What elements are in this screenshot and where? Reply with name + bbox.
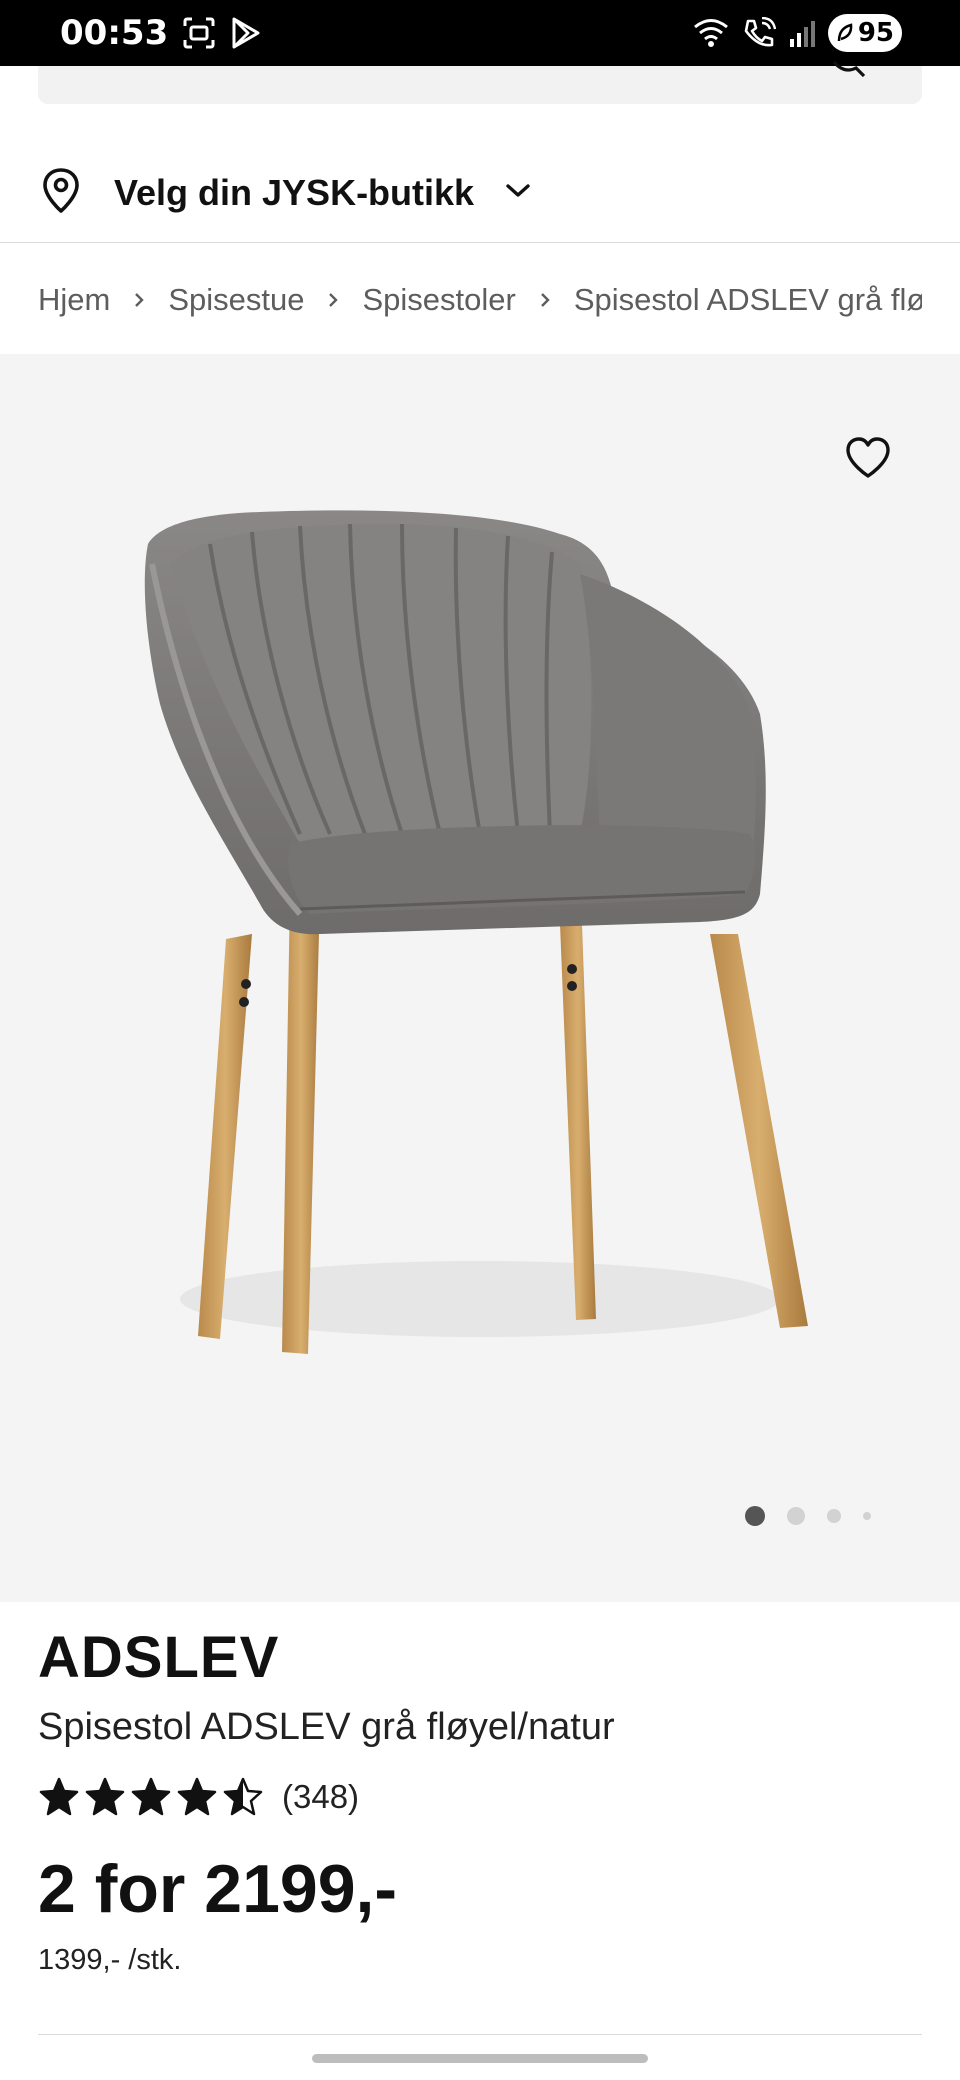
carousel-dots	[745, 1504, 871, 1528]
search-icon[interactable]	[830, 60, 870, 85]
wifi-call-icon	[742, 17, 776, 49]
product-title: Spisestol ADSLEV grå fløyel/natur	[38, 1706, 615, 1748]
heart-icon	[844, 436, 892, 485]
signal-icon	[788, 17, 816, 49]
chevron-right-icon	[132, 290, 146, 310]
wifi-icon	[692, 17, 730, 49]
play-store-icon	[230, 16, 262, 50]
chevron-right-icon	[538, 290, 552, 310]
store-picker-button[interactable]: Velg din JYSK-butikk	[38, 160, 532, 226]
product-page: 00:53 95 Velg din JYSK-butikk Hjem Spise…	[0, 0, 960, 2080]
wishlist-button[interactable]	[836, 428, 900, 492]
section-divider	[38, 2034, 922, 2035]
chevron-right-icon	[326, 290, 340, 310]
breadcrumb: Hjem Spisestue Spisestoler Spisestol ADS…	[38, 270, 922, 330]
status-bar: 00:53 95	[0, 0, 960, 66]
unit-price: 1399,- /stk.	[38, 1944, 182, 1976]
screen-record-icon	[182, 16, 216, 50]
star-filled-icon	[131, 1777, 171, 1816]
location-pin-icon	[38, 166, 84, 221]
star-filled-icon	[39, 1777, 79, 1816]
carousel-dot[interactable]	[827, 1509, 841, 1523]
star-filled-icon	[85, 1777, 125, 1816]
product-image-chair[interactable]	[140, 504, 820, 1364]
product-price: 2 for 2199,-	[38, 1851, 398, 1927]
status-time: 00:53	[60, 13, 169, 53]
star-half-icon	[223, 1777, 263, 1816]
rating-row: (348)	[38, 1774, 359, 1820]
battery-icon: 95	[827, 14, 902, 52]
carousel-dot[interactable]	[745, 1506, 765, 1526]
breadcrumb-item-current: Spisestol ADSLEV grå fløyel/natur	[573, 282, 922, 317]
product-gallery[interactable]	[0, 354, 960, 1602]
home-indicator[interactable]	[312, 2054, 648, 2063]
status-left: 00:53	[60, 13, 262, 53]
breadcrumb-item-dining-room[interactable]: Spisestue	[168, 282, 304, 318]
battery-level: 95	[857, 18, 894, 48]
rating-stars[interactable]	[38, 1777, 264, 1817]
status-right: 95	[692, 14, 902, 52]
header-divider	[0, 242, 960, 243]
store-picker-label: Velg din JYSK-butikk	[114, 172, 475, 213]
star-filled-icon	[177, 1777, 217, 1816]
review-count-link[interactable]: (348)	[282, 1778, 359, 1816]
breadcrumb-item-dining-chairs[interactable]: Spisestoler	[362, 282, 515, 318]
product-brand: ADSLEV	[38, 1625, 280, 1690]
search-bar[interactable]	[38, 60, 922, 104]
carousel-dot[interactable]	[787, 1507, 805, 1525]
breadcrumb-item-home[interactable]: Hjem	[38, 282, 110, 318]
carousel-dot[interactable]	[863, 1512, 871, 1520]
chevron-down-icon	[504, 181, 532, 206]
